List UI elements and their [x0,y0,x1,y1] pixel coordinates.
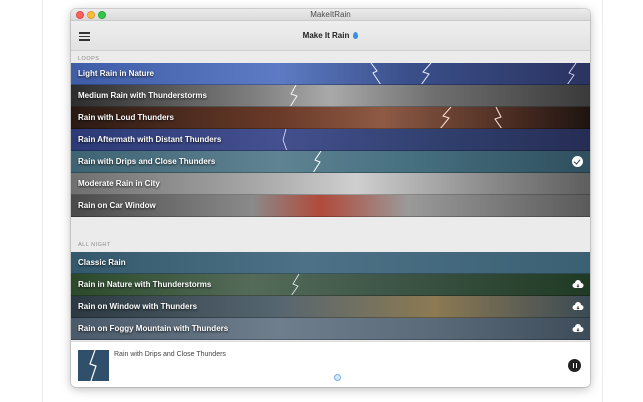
lightning-artwork [89,350,97,381]
now-playing-bar: Rain with Drips and Close Thunders [71,341,590,387]
checkmark-icon [572,156,583,167]
app-window: MakeItRain Make It Rain LOOPS Light Rain… [71,9,590,387]
raindrop-indicator-icon [334,374,341,381]
list-item-rain-in-nature-with-thunderstorms[interactable]: Rain in Nature with Thunderstorms [71,274,590,296]
title-bar: MakeItRain [71,9,590,21]
list-item-label: Moderate Rain in City [78,179,160,188]
list-item-label: Rain Aftermath with Distant Thunders [78,135,222,144]
window-title: MakeItRain [310,10,351,19]
list-item-label: Rain in Nature with Thunderstorms [78,280,212,289]
cloud-download-icon[interactable] [572,280,584,289]
pause-button[interactable] [568,359,581,372]
list-item-moderate-rain-in-city[interactable]: Moderate Rain in City [71,173,590,195]
list-item-rain-with-loud-thunders[interactable]: Rain with Loud Thunders [71,107,590,129]
list-item-rain-on-window-with-thunders[interactable]: Rain on Window with Thunders [71,296,590,318]
list-item-label: Rain on Window with Thunders [78,302,198,311]
list-item-medium-rain-with-thunderstorms[interactable]: Medium Rain with Thunderstorms [71,85,590,107]
now-playing-title: Rain with Drips and Close Thunders [114,351,226,358]
list-item-label: Medium Rain with Thunderstorms [78,91,207,100]
list-item-rain-with-drips-and-close-thunders[interactable]: Rain with Drips and Close Thunders [71,151,590,173]
now-playing-thumbnail [78,350,109,381]
list-item-label: Classic Rain [78,258,126,267]
list-item-label: Light Rain in Nature [78,69,154,78]
list-item-label: Rain on Foggy Mountain with Thunders [78,324,229,333]
cloud-download-icon[interactable] [572,302,584,311]
list-item-rain-on-car-window[interactable]: Rain on Car Window [71,195,590,217]
cloud-download-icon[interactable] [572,324,584,333]
toolbar: Make It Rain [71,21,590,51]
sound-list: LOOPS Light Rain in Nature Medium Rain w… [71,51,590,341]
raindrop-icon [353,32,359,39]
page-divider-left [42,0,43,402]
list-item-rain-aftermath-with-distant-thunders[interactable]: Rain Aftermath with Distant Thunders [71,129,590,151]
app-title-wrap: Make It Rain [71,31,590,40]
list-item-label: Rain with Drips and Close Thunders [78,157,216,166]
section-label-loops: LOOPS [78,56,100,62]
list-item-rain-on-foggy-mountain-with-thunders[interactable]: Rain on Foggy Mountain with Thunders [71,318,590,340]
list-item-classic-rain[interactable]: Classic Rain [71,252,590,274]
page-divider-right [602,0,603,402]
section-label-all-night: ALL NIGHT [78,242,111,248]
list-item-label: Rain on Car Window [78,201,156,210]
list-item-light-rain-in-nature[interactable]: Light Rain in Nature [71,63,590,85]
app-title: Make It Rain [302,31,350,40]
list-item-label: Rain with Loud Thunders [78,113,174,122]
